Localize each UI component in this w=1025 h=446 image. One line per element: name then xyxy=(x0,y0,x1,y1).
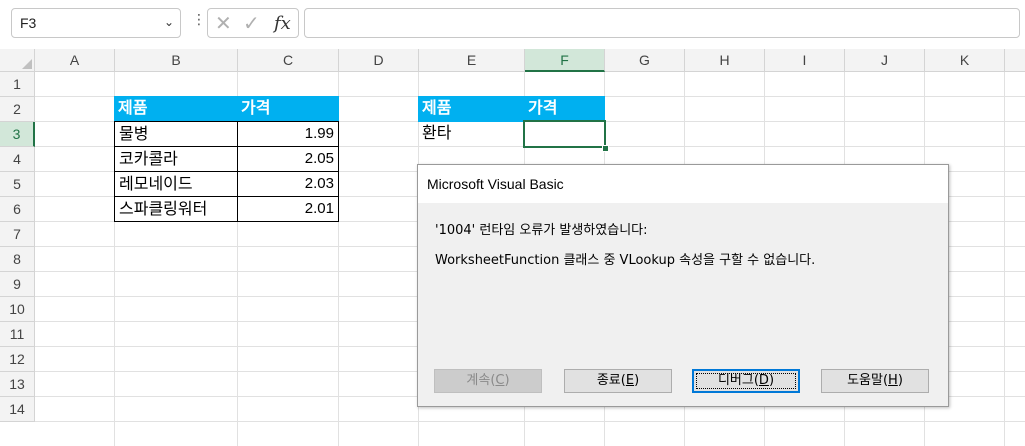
row-header-4[interactable]: 4 xyxy=(0,147,35,172)
row-header-13[interactable]: 13 xyxy=(0,372,35,397)
column-header-f[interactable]: F xyxy=(525,49,605,72)
debug-accelerator: D xyxy=(758,373,769,388)
formula-input[interactable] xyxy=(304,8,1020,38)
column-header-e[interactable]: E xyxy=(419,49,525,72)
name-box-value: F3 xyxy=(20,15,37,31)
formula-buttons: ✕ ✓ fx xyxy=(207,8,299,38)
debug-label: 디버그( xyxy=(717,373,759,388)
formula-bar: F3 ⌄ ⋮ ✕ ✓ fx xyxy=(0,0,1025,49)
cell-b2[interactable]: 제품 xyxy=(114,96,238,122)
continue-label-end: ) xyxy=(504,373,510,388)
help-label-end: ) xyxy=(897,373,903,388)
end-label-end: ) xyxy=(634,373,640,388)
error-dialog: Microsoft Visual Basic '1004' 런타임 오류가 발생… xyxy=(417,164,949,407)
cell-c6[interactable]: 2.01 xyxy=(237,196,339,222)
more-options-icon[interactable]: ⋮ xyxy=(192,12,206,28)
name-box[interactable]: F3 ⌄ xyxy=(11,8,181,38)
row-header-3[interactable]: 3 xyxy=(0,122,35,147)
row-header-11[interactable]: 11 xyxy=(0,322,35,347)
cell-b6[interactable]: 스파클링워터 xyxy=(114,196,238,222)
cell-e2[interactable]: 제품 xyxy=(418,96,525,122)
row-header-10[interactable]: 10 xyxy=(0,297,35,322)
row-header-6[interactable]: 6 xyxy=(0,197,35,222)
cell-c3[interactable]: 1.99 xyxy=(237,121,339,147)
column-header-a[interactable]: A xyxy=(35,49,115,72)
column-header-g[interactable]: G xyxy=(605,49,685,72)
cancel-icon[interactable]: ✕ xyxy=(215,11,232,35)
cell-selection xyxy=(523,120,606,148)
row-header-12[interactable]: 12 xyxy=(0,347,35,372)
debug-button[interactable]: 디버그(D) xyxy=(692,369,800,393)
gridline xyxy=(1004,72,1005,446)
cell-b3[interactable]: 물병 xyxy=(114,121,238,147)
cell-b5[interactable]: 레모네이드 xyxy=(114,171,238,197)
end-label: 종료( xyxy=(596,373,626,388)
row-header-7[interactable]: 7 xyxy=(0,222,35,247)
continue-accelerator: C xyxy=(495,373,505,388)
dialog-titlebar[interactable]: Microsoft Visual Basic xyxy=(418,165,948,203)
enter-icon[interactable]: ✓ xyxy=(243,11,260,35)
cell-f2[interactable]: 가격 xyxy=(524,96,605,122)
column-header-partial[interactable] xyxy=(1005,49,1025,72)
column-header-b[interactable]: B xyxy=(115,49,238,72)
row-header-9[interactable]: 9 xyxy=(0,272,35,297)
continue-button[interactable]: 계속(C) xyxy=(434,369,542,393)
column-header-c[interactable]: C xyxy=(238,49,339,72)
cell-e3[interactable]: 환타 xyxy=(418,121,525,147)
cell-b4[interactable]: 코카콜라 xyxy=(114,146,238,172)
gridline xyxy=(35,421,1025,422)
select-all-button[interactable] xyxy=(0,49,35,72)
end-button[interactable]: 종료(E) xyxy=(564,369,672,393)
column-header-i[interactable]: I xyxy=(765,49,845,72)
row-header-5[interactable]: 5 xyxy=(0,172,35,197)
row-header-1[interactable]: 1 xyxy=(0,72,35,97)
dialog-message-line1: '1004' 런타임 오류가 발생하였습니다: xyxy=(435,223,648,238)
dialog-message-line2: WorksheetFunction 클래스 중 VLookup 속성을 구할 수… xyxy=(435,253,816,268)
column-header-j[interactable]: J xyxy=(845,49,925,72)
end-accelerator: E xyxy=(625,373,635,388)
cell-c4[interactable]: 2.05 xyxy=(237,146,339,172)
insert-function-icon[interactable]: fx xyxy=(274,13,291,34)
dialog-title: Microsoft Visual Basic xyxy=(427,176,564,192)
column-header-k[interactable]: K xyxy=(925,49,1005,72)
chevron-down-icon[interactable]: ⌄ xyxy=(164,15,174,29)
column-header-h[interactable]: H xyxy=(685,49,765,72)
cell-c2[interactable]: 가격 xyxy=(237,96,339,122)
fill-handle[interactable] xyxy=(602,145,609,152)
row-header-8[interactable]: 8 xyxy=(0,247,35,272)
column-header-d[interactable]: D xyxy=(339,49,419,72)
help-button[interactable]: 도움말(H) xyxy=(821,369,929,393)
debug-label-end: ) xyxy=(768,373,775,388)
help-accelerator: H xyxy=(888,373,898,388)
cell-c5[interactable]: 2.03 xyxy=(237,171,339,197)
row-header-2[interactable]: 2 xyxy=(0,97,35,122)
help-label: 도움말( xyxy=(847,373,889,388)
row-header-14[interactable]: 14 xyxy=(0,397,35,422)
continue-label: 계속( xyxy=(466,373,496,388)
